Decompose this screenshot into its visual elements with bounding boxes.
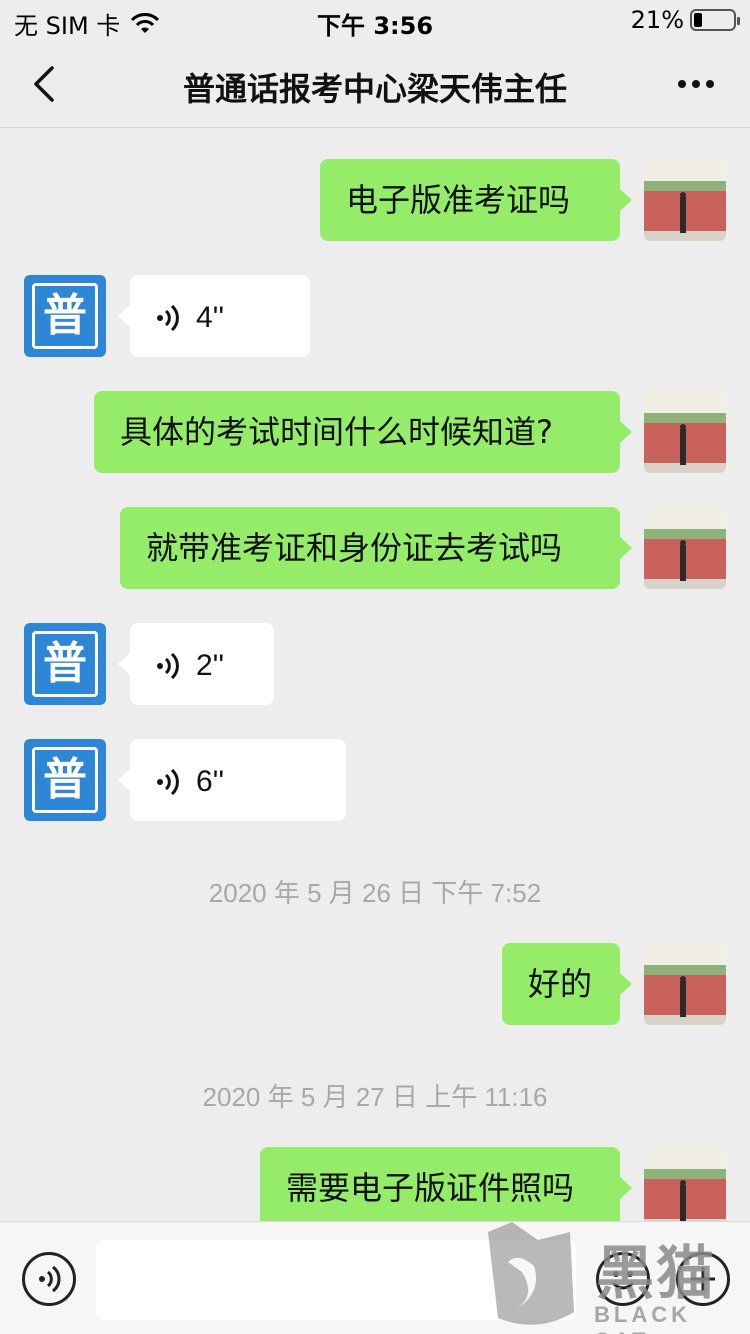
battery-fill (694, 13, 702, 27)
avatar-self[interactable] (644, 391, 726, 473)
chat-timestamp: 2020 年 5 月 27 日 上午 11:16 (202, 1082, 548, 1112)
avatar-self[interactable] (644, 1147, 726, 1221)
avatar-contact-char: 普 (32, 747, 98, 813)
watermark: 黑猫 BLACK CAT (478, 1222, 750, 1334)
avatar-photo (644, 159, 726, 241)
avatar-photo (644, 507, 726, 589)
nav-bar: 普通话报考中心梁天伟主任 (0, 40, 750, 128)
watermark-cn: 黑猫 (596, 1239, 717, 1307)
voice-input-button[interactable] (22, 1252, 76, 1306)
avatar-contact[interactable]: 普 (24, 739, 106, 821)
avatar-contact-char: 普 (32, 283, 98, 349)
avatar-contact-char: 普 (32, 631, 98, 697)
voice-wave-icon (157, 652, 179, 680)
battery-icon (690, 9, 740, 31)
message-bubble-self[interactable]: 好的 (502, 943, 632, 1025)
message-bubble-self[interactable]: 具体的考试时间什么时候知道? (94, 391, 632, 473)
voice-duration: 2'' (196, 649, 225, 682)
watermark-en: BLACK CAT (594, 1302, 691, 1334)
voice-message[interactable]: 4'' (118, 275, 310, 357)
avatar-contact[interactable]: 普 (24, 623, 106, 705)
avatar-photo (644, 1147, 726, 1221)
voice-message[interactable]: 2'' (118, 623, 274, 705)
voice-wave-icon (157, 304, 179, 332)
avatar-self[interactable] (644, 943, 726, 1025)
status-right: 21% (630, 6, 740, 34)
message-bubble-self[interactable]: 就带准考证和身份证去考试吗 (120, 507, 632, 589)
avatar-self[interactable] (644, 507, 726, 589)
voice-wave-icon (157, 768, 179, 796)
message-bubble-self[interactable]: 需要电子版证件照吗 (260, 1147, 632, 1221)
chat-title: 普通话报考中心梁天伟主任 (182, 70, 567, 108)
voice-duration: 4'' (196, 301, 225, 334)
back-icon[interactable] (26, 62, 62, 106)
status-bar: 无 SIM 卡 下午 3:56 21% (0, 0, 750, 40)
battery-percent: 21% (630, 6, 684, 34)
voice-message[interactable]: 6'' (118, 739, 346, 821)
message-bubble-self[interactable]: 电子版准考证吗 (320, 159, 632, 241)
voice-duration: 6'' (196, 765, 225, 798)
avatar-photo (644, 391, 726, 473)
avatar-photo (644, 943, 726, 1025)
cat-logo-icon (488, 1222, 574, 1325)
chat-area[interactable]: 电子版准考证吗 普 4'' 具体的考试时间什么时候知道? 就带准考证和身份证去考… (0, 129, 750, 1221)
avatar-contact[interactable]: 普 (24, 275, 106, 357)
avatar-self[interactable] (644, 159, 726, 241)
chat-timestamp: 2020 年 5 月 26 日 下午 7:52 (208, 878, 542, 908)
voice-icon (39, 1265, 61, 1293)
more-icon[interactable] (676, 74, 716, 94)
